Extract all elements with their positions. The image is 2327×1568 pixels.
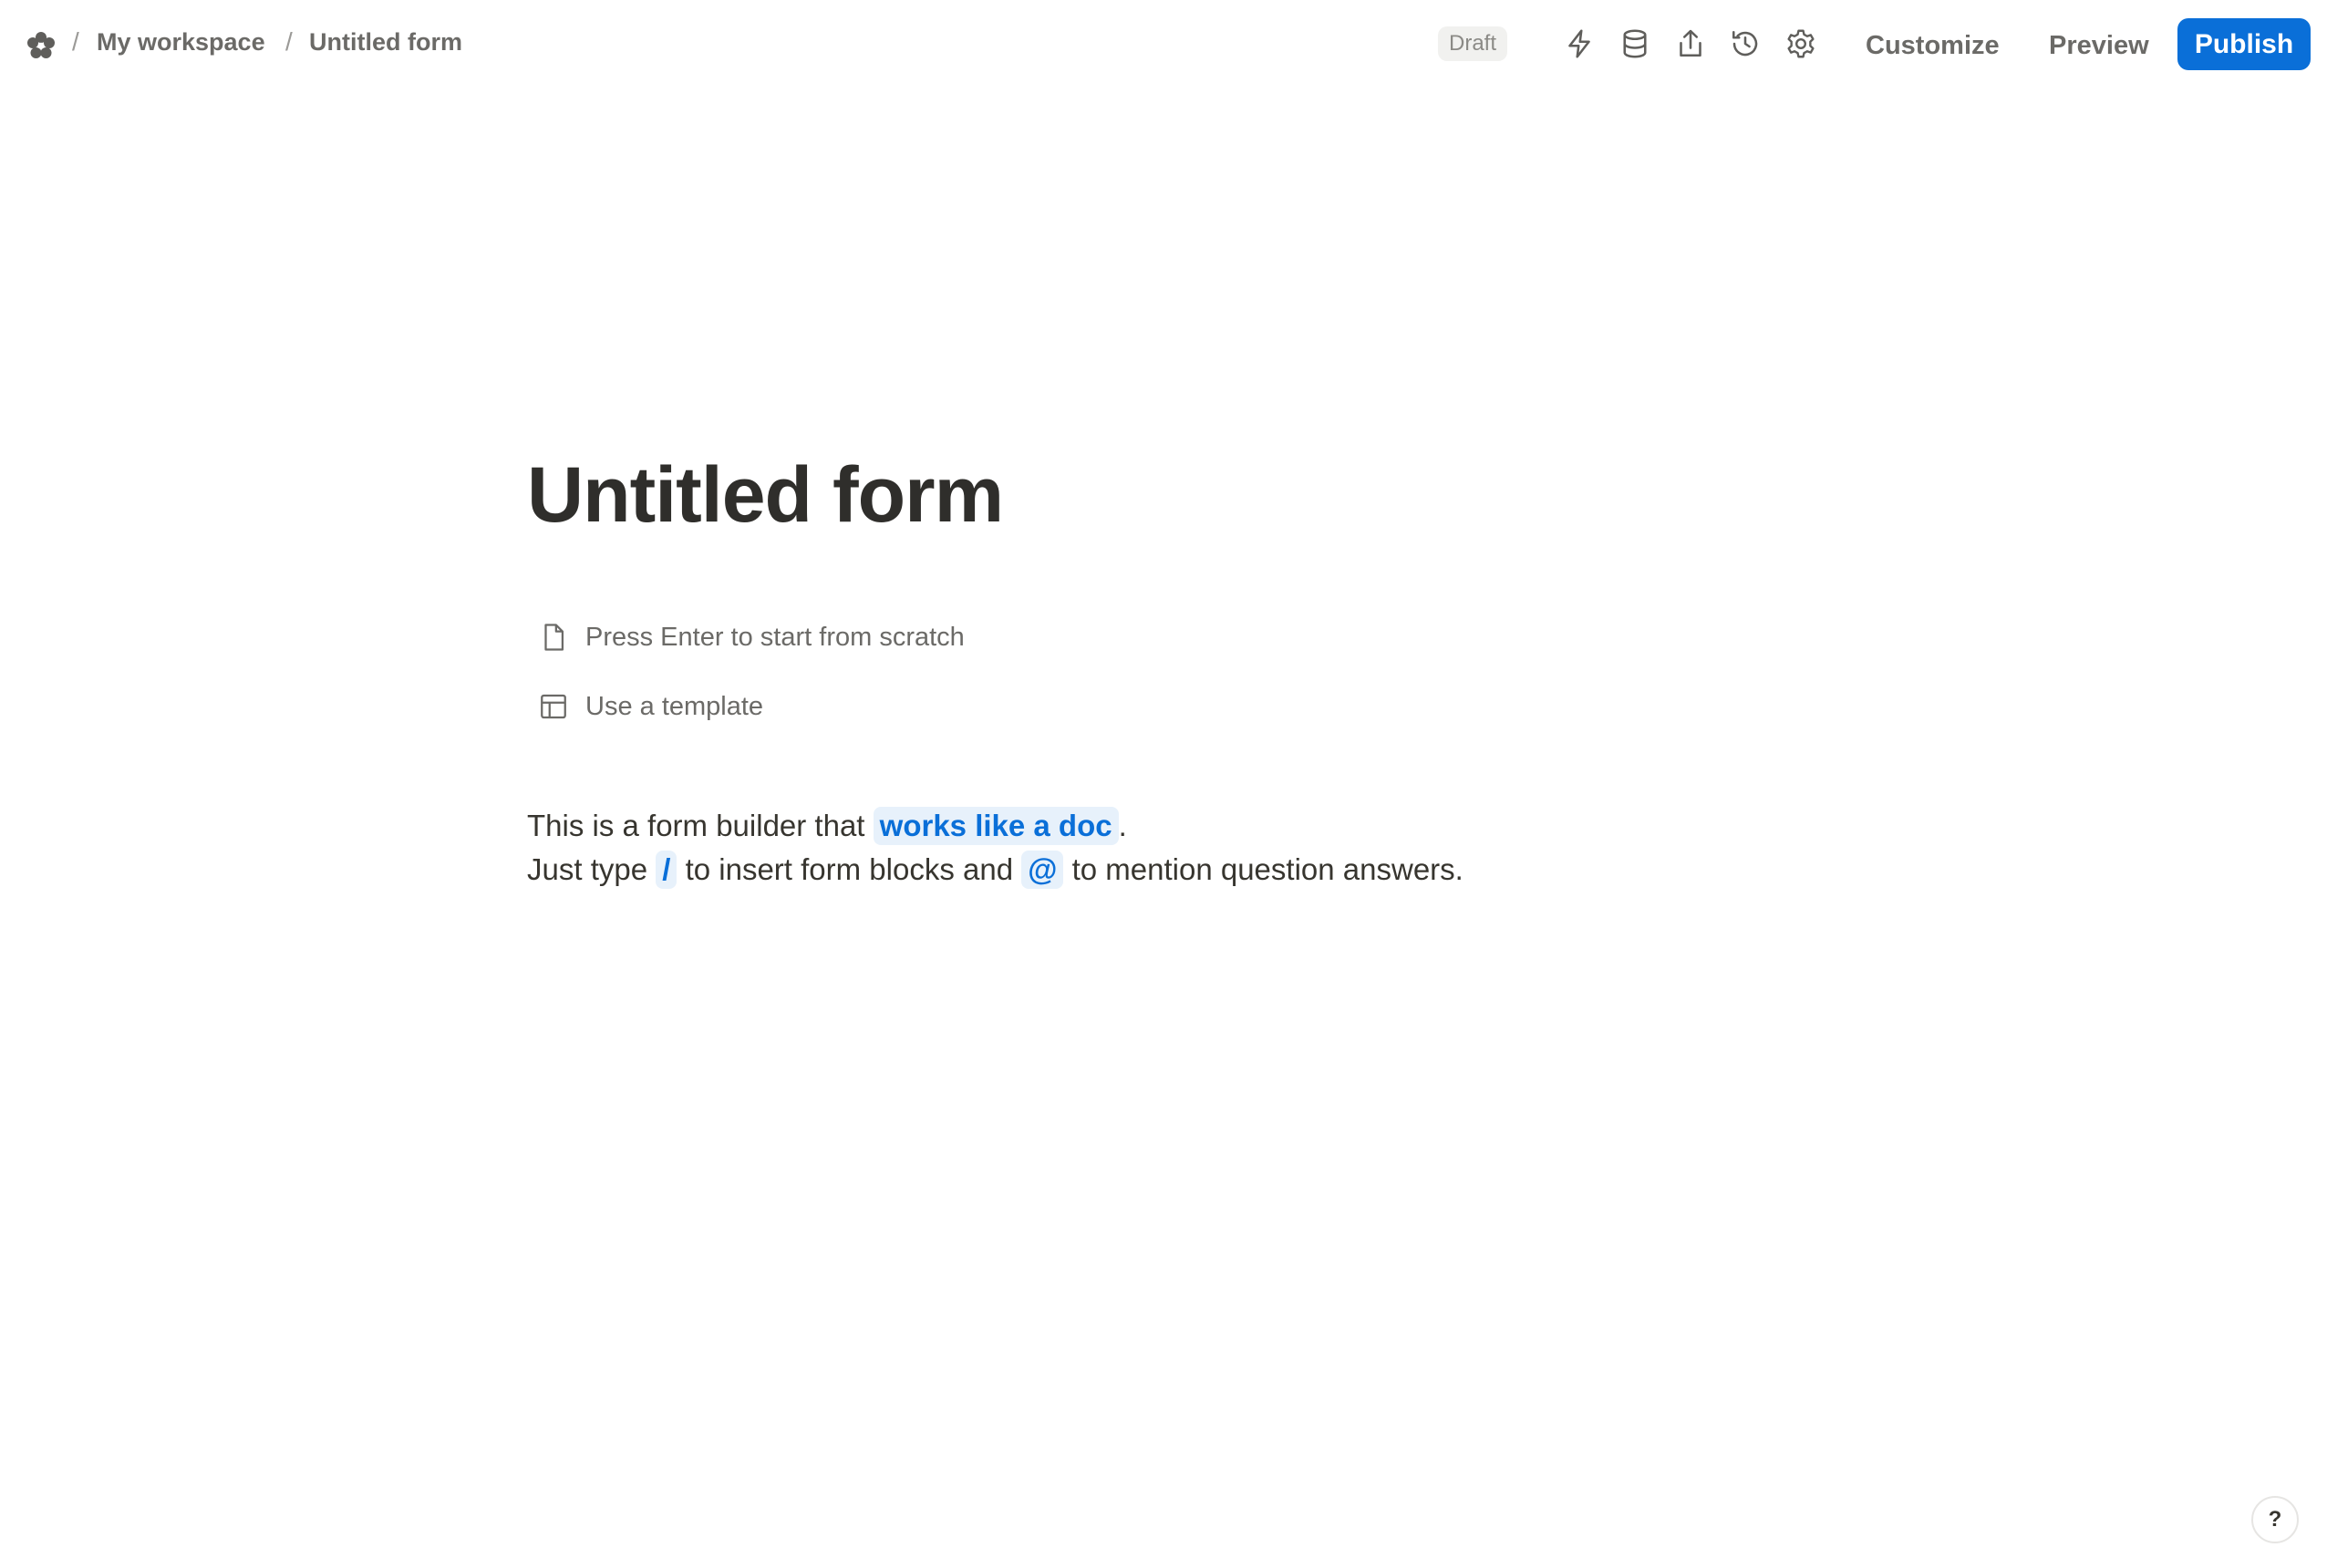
intro-text: to insert form blocks and (677, 852, 1022, 886)
database-icon[interactable] (1619, 27, 1651, 60)
intro-line-1: This is a form builder that works like a… (527, 804, 1127, 848)
start-from-scratch-label: Press Enter to start from scratch (585, 622, 965, 652)
use-template-label: Use a template (585, 691, 764, 721)
form-title[interactable]: Untitled form (527, 445, 1004, 545)
publish-button[interactable]: Publish (2177, 18, 2311, 70)
top-bar: / My workspace / Untitled form Draft Cus… (0, 0, 2327, 89)
template-icon (538, 691, 569, 722)
intro-line-2: Just type / to insert form blocks and @ … (527, 848, 1463, 892)
history-icon[interactable] (1729, 27, 1762, 60)
customize-button[interactable]: Customize (1866, 22, 2000, 69)
flower-logo-icon[interactable] (26, 30, 57, 61)
at-key-highlight: @ (1021, 851, 1064, 889)
start-from-scratch-option[interactable]: Press Enter to start from scratch (538, 614, 965, 660)
breadcrumb-workspace[interactable]: My workspace (97, 28, 265, 57)
intro-text: This is a form builder that (527, 809, 874, 842)
automations-icon[interactable] (1563, 27, 1596, 60)
share-icon[interactable] (1674, 27, 1707, 60)
breadcrumb-form[interactable]: Untitled form (309, 28, 462, 57)
slash-key-highlight: / (656, 851, 677, 889)
help-button[interactable]: ? (2251, 1496, 2299, 1543)
preview-button[interactable]: Preview (2049, 22, 2149, 69)
works-like-doc-highlight: works like a doc (873, 807, 1119, 845)
breadcrumb-separator: / (72, 27, 79, 56)
intro-text: Just type (527, 852, 657, 886)
form-editor-page: / My workspace / Untitled form Draft Cus… (0, 0, 2327, 1568)
status-badge: Draft (1438, 26, 1508, 61)
breadcrumb-separator: / (285, 27, 293, 56)
file-icon (538, 622, 569, 653)
intro-text: . (1118, 809, 1127, 842)
settings-icon[interactable] (1784, 27, 1817, 60)
use-template-option[interactable]: Use a template (538, 684, 763, 729)
intro-text: to mention question answers. (1063, 852, 1463, 886)
